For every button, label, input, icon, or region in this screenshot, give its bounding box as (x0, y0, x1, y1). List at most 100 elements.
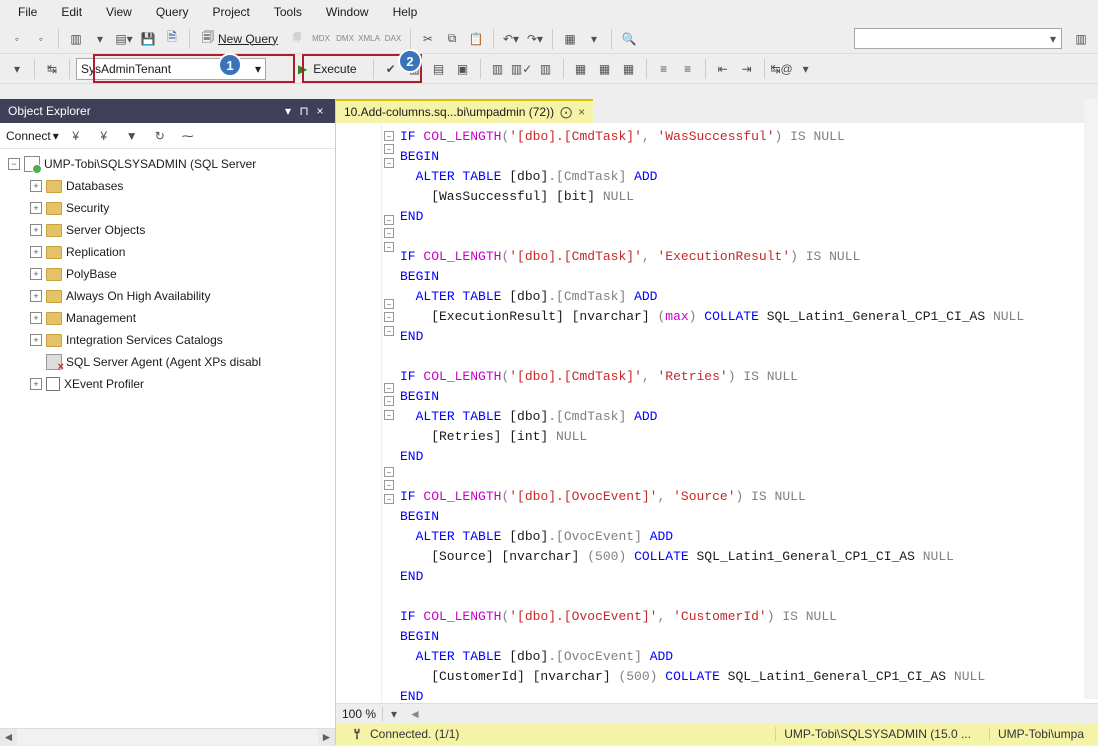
expand-icon[interactable]: + (30, 290, 42, 302)
tree-node-management[interactable]: +Management (4, 307, 335, 329)
tree-node-security[interactable]: + Security (4, 197, 335, 219)
tree-server-node[interactable]: − UMP-Tobi\SQLSYSADMIN (SQL Server (4, 153, 335, 175)
zoom-level[interactable]: 100 % (336, 707, 383, 721)
close-icon[interactable]: × (578, 105, 585, 119)
window-position-icon[interactable]: ▾ (281, 104, 295, 118)
results-grid-icon[interactable]: ▦ (570, 58, 592, 80)
close-icon[interactable]: × (313, 104, 327, 118)
redo-icon[interactable]: ↷▾ (524, 28, 546, 50)
line-gutter (336, 123, 382, 703)
object-explorer-tree[interactable]: − UMP-Tobi\SQLSYSADMIN (SQL Server +Data… (0, 149, 335, 728)
separator (764, 59, 765, 79)
menubar: File Edit View Query Project Tools Windo… (0, 0, 1098, 24)
editor-panel: 10.Add-columns.sq...bi\umpadmin (72)) ⨀ … (336, 99, 1098, 745)
code-editor[interactable]: IF COL_LENGTH('[dbo].[CmdTask]', 'WasSuc… (396, 123, 1098, 703)
indent-left-icon[interactable]: ⇤ (712, 58, 734, 80)
dax-icon[interactable]: DAX (382, 28, 404, 50)
activity-icon[interactable]: ⁓ (177, 125, 199, 147)
menu-file[interactable]: File (6, 3, 49, 21)
menu-project[interactable]: Project (201, 3, 262, 21)
specify-values-icon[interactable]: ↹@ (771, 58, 793, 80)
uncomment-icon[interactable]: ≡ (677, 58, 699, 80)
separator (705, 59, 706, 79)
results-text-icon[interactable]: ▦ (594, 58, 616, 80)
new-item-icon[interactable]: ▥ (65, 28, 87, 50)
cut-icon[interactable]: ✂ (417, 28, 439, 50)
client-stats-icon[interactable]: ▥ (535, 58, 557, 80)
status-connected: Connected. (1/1) (370, 727, 459, 741)
expand-icon[interactable]: + (30, 202, 42, 214)
scroll-left-icon[interactable]: ◄ (0, 729, 17, 746)
pin-icon[interactable]: ⊓ (297, 104, 311, 118)
expand-icon[interactable]: + (30, 180, 42, 192)
disconnect-icon[interactable]: ¥ (65, 125, 87, 147)
separator (189, 29, 190, 49)
disconnect-all-icon[interactable]: ¥ (93, 125, 115, 147)
nav-back-icon[interactable]: ◦ (6, 28, 28, 50)
quick-launch-input[interactable]: ▾ (854, 28, 1062, 49)
horizontal-scrollbar[interactable]: ◄ ► (0, 728, 335, 745)
de-icon[interactable]: 🗐 (286, 28, 308, 50)
filter-icon[interactable]: ▼ (121, 125, 143, 147)
open-icon[interactable]: ▾ (89, 28, 111, 50)
indent-right-icon[interactable]: ⇥ (736, 58, 758, 80)
save-icon[interactable]: 💾 (137, 28, 159, 50)
refresh-icon[interactable]: ↻ (149, 125, 171, 147)
paste-icon[interactable]: 📋 (465, 28, 487, 50)
collapse-icon[interactable]: − (8, 158, 20, 170)
expand-icon[interactable]: + (30, 224, 42, 236)
use-db-icon[interactable]: ↹ (41, 58, 63, 80)
menu-tools[interactable]: Tools (262, 3, 314, 21)
new-query-button[interactable]: 🗐 New Query (196, 28, 284, 49)
expand-icon[interactable]: + (30, 334, 42, 346)
menu-help[interactable]: Help (381, 3, 430, 21)
fold-gutter[interactable]: −−− −−− −−− −−− −−− (382, 123, 396, 703)
chevron-down-icon[interactable]: ▾ (383, 703, 405, 725)
intellisense-icon[interactable]: ▣ (452, 58, 474, 80)
undo-icon[interactable]: ↶▾ (500, 28, 522, 50)
tree-node-iscatalogs[interactable]: +Integration Services Catalogs (4, 329, 335, 351)
scroll-left-icon[interactable]: ◄ (409, 707, 421, 721)
expand-icon[interactable]: + (30, 378, 42, 390)
annotation-highlight-1 (93, 54, 295, 83)
query-options-icon[interactable]: ▤ (428, 58, 450, 80)
tree-node-replication[interactable]: +Replication (4, 241, 335, 263)
menu-view[interactable]: View (94, 3, 144, 21)
dmx-icon[interactable]: DMX (334, 28, 356, 50)
tree-label: Security (66, 201, 109, 215)
tree-node-xevent[interactable]: +XEvent Profiler (4, 373, 335, 395)
object-explorer-titlebar: Object Explorer ▾ ⊓ × (0, 99, 335, 123)
menu-edit[interactable]: Edit (49, 3, 94, 21)
tree-node-sqlagent[interactable]: SQL Server Agent (Agent XPs disabl (4, 351, 335, 373)
dropdown-icon[interactable]: ▾ (583, 28, 605, 50)
find-icon[interactable]: 🔍 (618, 28, 640, 50)
mdx-icon[interactable]: MDX (310, 28, 332, 50)
tree-node-server-objects[interactable]: +Server Objects (4, 219, 335, 241)
menu-window[interactable]: Window (314, 3, 381, 21)
comment-icon[interactable]: ≡ (653, 58, 675, 80)
dropdown-icon[interactable]: ▾ (6, 58, 28, 80)
tree-node-polybase[interactable]: +PolyBase (4, 263, 335, 285)
copy-icon[interactable]: ⧉ (441, 28, 463, 50)
chevron-down-icon[interactable]: ▾ (1045, 32, 1061, 46)
properties-icon[interactable]: ▦ (559, 28, 581, 50)
expand-icon[interactable]: + (30, 268, 42, 280)
live-stats-icon[interactable]: ▥✓ (511, 58, 533, 80)
nav-fwd-icon[interactable]: ◦ (30, 28, 52, 50)
save-all-icon[interactable]: 🗎 (161, 28, 183, 50)
connect-button[interactable]: Connect ▾ (6, 129, 59, 143)
expand-icon[interactable]: + (30, 246, 42, 258)
actual-plan-icon[interactable]: ▥ (487, 58, 509, 80)
xmla-icon[interactable]: XMLA (358, 28, 380, 50)
scroll-right-icon[interactable]: ► (318, 729, 335, 746)
toolbar-overflow-icon[interactable]: ▥ (1070, 28, 1092, 50)
tree-node-alwayson[interactable]: +Always On High Availability (4, 285, 335, 307)
pin-icon[interactable]: ⨀ (560, 105, 572, 119)
expand-icon[interactable]: + (30, 312, 42, 324)
open-file-icon[interactable]: ▤▾ (113, 28, 135, 50)
toolbar-overflow-icon[interactable]: ▾ (795, 58, 817, 80)
results-file-icon[interactable]: ▦ (618, 58, 640, 80)
menu-query[interactable]: Query (144, 3, 201, 21)
tree-node-databases[interactable]: +Databases (4, 175, 335, 197)
editor-tab-active[interactable]: 10.Add-columns.sq...bi\umpadmin (72)) ⨀ … (336, 99, 593, 123)
